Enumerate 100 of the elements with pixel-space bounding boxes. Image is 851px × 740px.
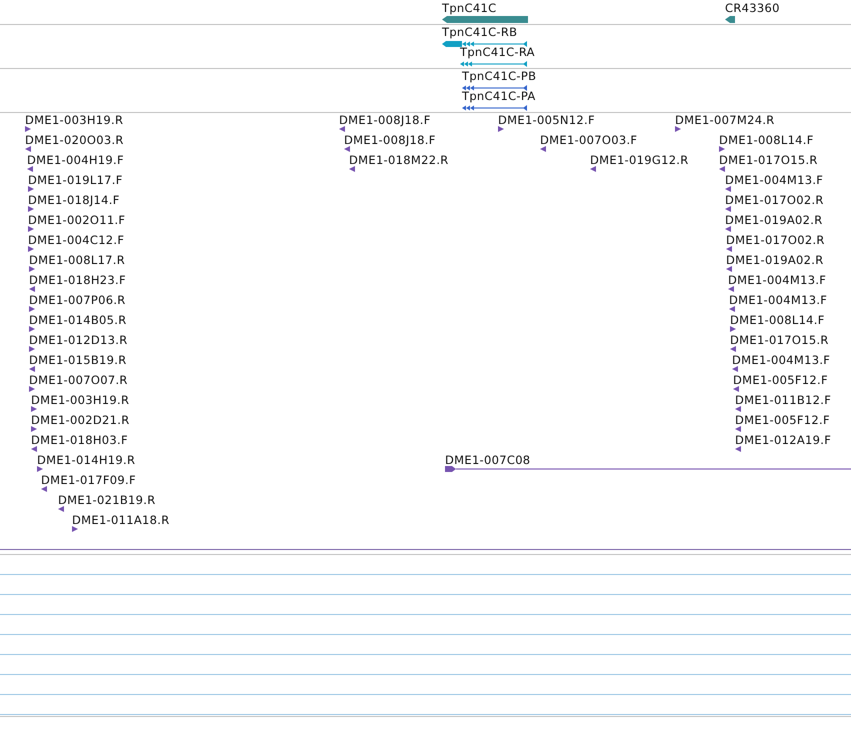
strand-arrow-icon[interactable]	[37, 466, 43, 472]
strand-arrow-icon[interactable]	[29, 266, 35, 272]
strand-arrow-icon[interactable]	[719, 146, 725, 152]
strand-arrow-icon[interactable]	[28, 246, 34, 252]
strand-arrow-icon[interactable]	[732, 366, 738, 372]
clone-label: DME1-019A02.R	[726, 253, 824, 267]
clone-label: DME1-002D21.R	[31, 413, 130, 427]
strand-arrow-icon[interactable]	[25, 126, 31, 132]
clone-label: DME1-004C12.F	[28, 233, 124, 247]
transcript-label: TpnC41C-RB	[442, 25, 518, 39]
clone-label: DME1-008L17.R	[29, 253, 126, 267]
strand-arrow-icon[interactable]	[590, 166, 596, 172]
strand-arrow-icon[interactable]	[28, 226, 34, 232]
strand-arrow-icon[interactable]	[58, 506, 64, 512]
clone-label: DME1-004M13.F	[725, 173, 824, 187]
clone-label: DME1-012D13.R	[29, 333, 128, 347]
strand-arrow-icon[interactable]	[730, 346, 736, 352]
strand-arrow-icon[interactable]	[729, 306, 735, 312]
clone-label: DME1-017O15.R	[730, 333, 829, 347]
clone-span-drawing[interactable]	[445, 466, 851, 472]
strand-arrow-icon[interactable]	[28, 206, 34, 212]
strand-arrow-icon[interactable]	[349, 166, 355, 172]
strand-arrow-icon[interactable]	[725, 186, 731, 192]
strand-arrow-icon[interactable]	[719, 166, 725, 172]
clone-label: DME1-003H19.R	[31, 393, 130, 407]
protein-model-drawing[interactable]	[462, 84, 528, 92]
strand-arrow-icon[interactable]	[25, 146, 31, 152]
clone-label: DME1-007C08	[445, 453, 530, 467]
clone-label: DME1-019A02.R	[725, 213, 823, 227]
clone-label: DME1-008L14.F	[730, 313, 825, 327]
clone-label: DME1-021B19.R	[58, 493, 156, 507]
gene-bar[interactable]	[442, 16, 528, 23]
protein-model-drawing[interactable]	[462, 104, 528, 112]
strand-arrow-icon[interactable]	[339, 126, 345, 132]
clone-label: DME1-018J14.F	[28, 193, 120, 207]
clone-label: DME1-008L14.F	[719, 133, 814, 147]
strand-arrow-icon[interactable]	[725, 226, 731, 232]
clone-label: DME1-008J18.F	[339, 113, 431, 127]
clone-label: DME1-003H19.R	[25, 113, 124, 127]
clone-label: DME1-017F09.F	[41, 473, 136, 487]
protein-label: TpnC41C-PA	[462, 89, 536, 103]
strand-arrow-icon[interactable]	[726, 246, 732, 252]
clone-label: DME1-005N12.F	[498, 113, 595, 127]
clone-label: DME1-011A18.R	[72, 513, 170, 527]
clone-label: DME1-019L17.F	[28, 173, 123, 187]
strand-arrow-icon[interactable]	[735, 406, 741, 412]
clone-label: DME1-015B19.R	[29, 353, 127, 367]
clone-label: DME1-007O07.R	[29, 373, 128, 387]
strand-arrow-icon[interactable]	[735, 426, 741, 432]
strand-arrow-icon[interactable]	[725, 206, 731, 212]
clone-label: DME1-004H19.F	[27, 153, 124, 167]
strand-arrow-icon[interactable]	[41, 486, 47, 492]
strand-arrow-icon[interactable]	[726, 266, 732, 272]
transcript-label: TpnC41C-RA	[460, 45, 535, 59]
clone-label: DME1-020O03.R	[25, 133, 124, 147]
strand-arrow-icon[interactable]	[29, 286, 35, 292]
clone-label: DME1-017O15.R	[719, 153, 818, 167]
protein-label: TpnC41C-PB	[462, 69, 536, 83]
gene-label: TpnC41C	[442, 1, 496, 15]
clone-label: DME1-004M13.F	[732, 353, 830, 367]
strand-arrow-icon[interactable]	[72, 526, 78, 532]
strand-arrow-icon[interactable]	[29, 386, 35, 392]
clone-label: DME1-005F12.F	[735, 413, 830, 427]
clone-label: DME1-004M13.F	[728, 273, 826, 287]
strand-arrow-icon[interactable]	[735, 446, 741, 452]
clone-label: DME1-007M24.R	[675, 113, 775, 127]
clone-label: DME1-019G12.R	[590, 153, 689, 167]
strand-arrow-icon[interactable]	[498, 126, 504, 132]
strand-arrow-icon[interactable]	[29, 346, 35, 352]
strand-arrow-icon[interactable]	[344, 146, 350, 152]
clone-label: DME1-018H03.F	[31, 433, 128, 447]
strand-arrow-icon[interactable]	[540, 146, 546, 152]
clone-label: DME1-017O02.R	[725, 193, 824, 207]
strand-arrow-icon[interactable]	[29, 306, 35, 312]
strand-arrow-icon[interactable]	[733, 386, 739, 392]
strand-arrow-icon[interactable]	[31, 446, 37, 452]
strand-arrow-icon[interactable]	[27, 166, 33, 172]
clone-label: DME1-014B05.R	[29, 313, 127, 327]
transcript-model-drawing[interactable]	[442, 40, 528, 48]
strand-arrow-icon[interactable]	[31, 406, 37, 412]
transcript-model-drawing[interactable]	[460, 60, 528, 68]
gene-label: CR43360	[725, 1, 780, 15]
gene-bar[interactable]	[725, 16, 735, 23]
clone-label: DME1-002O11.F	[28, 213, 126, 227]
strand-arrow-icon[interactable]	[31, 426, 37, 432]
strand-arrow-icon[interactable]	[29, 366, 35, 372]
clone-label: DME1-011B12.F	[735, 393, 832, 407]
clone-label: DME1-007P06.R	[29, 293, 126, 307]
clone-label: DME1-012A19.F	[735, 433, 832, 447]
clone-label: DME1-004M13.F	[729, 293, 828, 307]
clone-label: DME1-008J18.F	[344, 133, 436, 147]
clone-label: DME1-014H19.R	[37, 453, 136, 467]
strand-arrow-icon[interactable]	[728, 286, 734, 292]
strand-arrow-icon[interactable]	[730, 326, 736, 332]
clone-label: DME1-007O03.F	[540, 133, 638, 147]
clone-label: DME1-017O02.R	[726, 233, 825, 247]
strand-arrow-icon[interactable]	[29, 326, 35, 332]
strand-arrow-icon[interactable]	[28, 186, 34, 192]
strand-arrow-icon[interactable]	[675, 126, 681, 132]
clone-label: DME1-018H23.F	[29, 273, 126, 287]
